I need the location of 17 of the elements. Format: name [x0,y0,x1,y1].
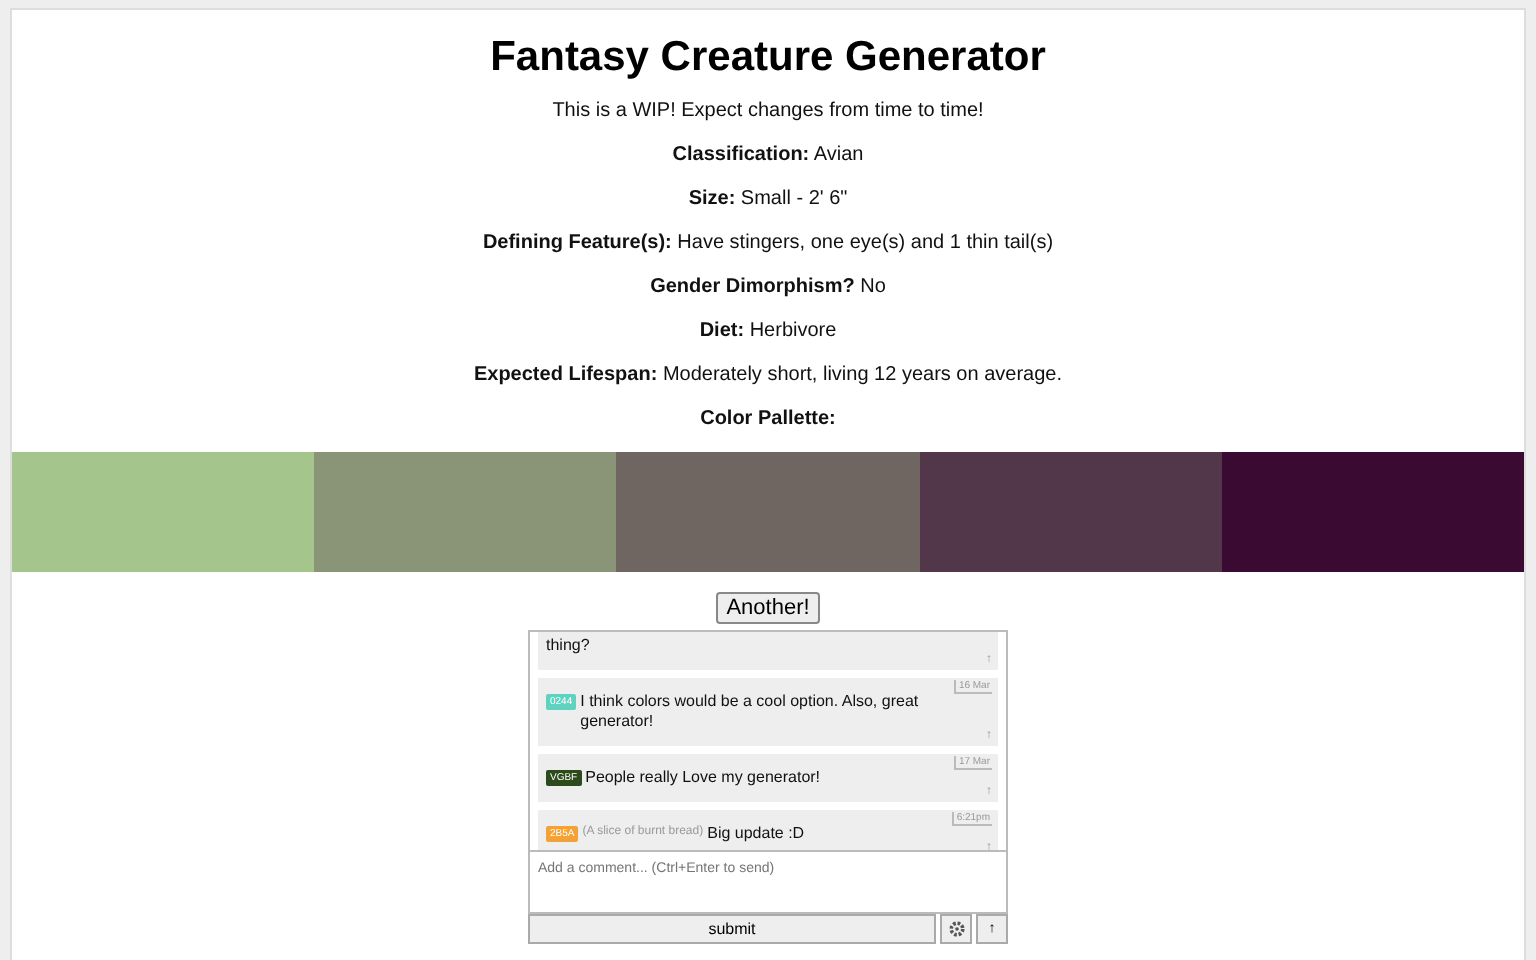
creature-fact: Defining Feature(s): Have stingers, one eye(s) and 1 thin tail(s) [480,232,1056,254]
comment-text: I think colors would be a cool option. Also, great generator! [580,692,921,732]
settings-button[interactable] [940,914,972,944]
creature-fact: Gender Dimorphism? No [648,276,888,298]
submit-button[interactable]: submit [528,914,936,944]
another-button[interactable]: Another! [716,592,820,624]
notice-text: This is a WIP! Expect changes from time to time! [550,100,986,122]
settings-icon [947,920,965,938]
creature-fact: Size: Small - 2' 6" [686,188,850,210]
page-title: Fantasy Creature Generator [488,34,1048,82]
creature-fact: Classification: Avian [670,144,866,166]
comment-text: thing? [546,636,590,656]
creature-fact: Expected Lifespan: Moderately short, living 12 years on average. [471,364,1065,386]
creature-fact: Diet: Herbivore [697,320,839,342]
creature-fact: Color Pallette: [698,408,838,430]
comment-text: Big update :D [707,824,805,844]
comment-text: People really Love my generator! [585,768,821,788]
